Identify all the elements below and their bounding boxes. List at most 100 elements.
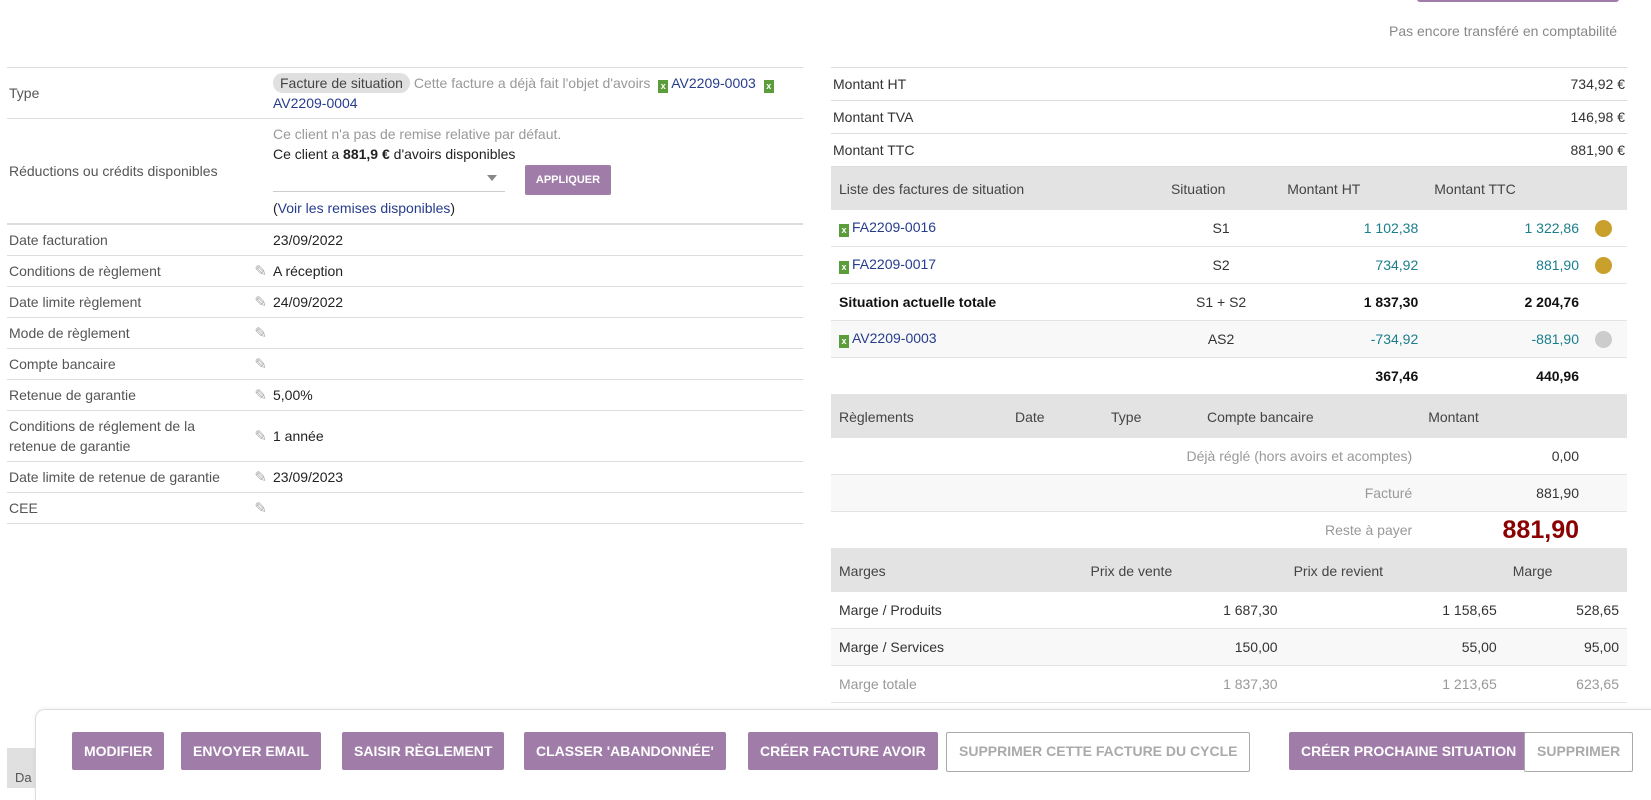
pencil-icon[interactable]: ✎ [243, 499, 271, 517]
credit-note-link-2[interactable]: AV2209-0004 [273, 95, 358, 111]
situation-total-row: Situation actuelle totale S1 + S2 1 837,… [831, 283, 1627, 321]
field-label: Conditions de réglement de la retenue de… [9, 418, 196, 454]
accounting-status: Pas encore transféré en comptabilité [1388, 23, 1617, 39]
status-dot [1595, 256, 1612, 274]
field-value: 1 année [273, 428, 324, 444]
field-row: Date limite règlement ✎ 24/09/2022 [7, 287, 803, 318]
field-row: Retenue de garantie ✎ 5,00% [7, 380, 803, 411]
type-badge: Facture de situation [273, 73, 410, 93]
field-value: 24/09/2022 [273, 294, 344, 310]
field-label: Conditions de règlement [9, 263, 161, 279]
available-credit-amount: 881,9 € [343, 146, 390, 162]
situation-remaining-row: 367,46 440,96 [831, 357, 1627, 395]
field-label: Réductions ou crédits disponibles [9, 163, 218, 179]
section-header-peek: Da [7, 748, 37, 788]
margin-total-row: Marge totale 1 837,30 1 213,65 623,65 [831, 665, 1627, 703]
spreadsheet-file-icon: x [763, 80, 774, 93]
pencil-icon[interactable]: ✎ [243, 293, 271, 311]
table-row: x FA2209-0017 S2 734,92 881,90 [831, 246, 1627, 284]
amount-value: 881,90 € [1570, 142, 1626, 158]
status-dot [1595, 330, 1612, 348]
field-label: CEE [9, 500, 38, 516]
delete-button[interactable]: SUPPRIMER [1524, 732, 1634, 772]
field-label: Type [9, 85, 40, 101]
create-next-situation-button[interactable]: CRÉER PROCHAINE SITUATION [1289, 732, 1529, 770]
credit-note-notice: Cette facture a déjà fait l'objet d'avoi… [413, 75, 651, 91]
classify-abandoned-button[interactable]: CLASSER 'ABANDONNÉE' [524, 732, 726, 770]
field-label: Retenue de garantie [9, 387, 136, 403]
credit-note-link-1[interactable]: AV2209-0003 [671, 75, 756, 91]
remove-from-cycle-button[interactable]: SUPPRIMER CETTE FACTURE DU CYCLE [946, 732, 1251, 772]
apply-button[interactable]: APPLIQUER [524, 165, 612, 195]
field-label: Date limite règlement [9, 294, 142, 310]
situation-link[interactable]: FA2209-0017 [852, 256, 936, 272]
field-value: 23/09/2022 [273, 232, 344, 248]
field-value: 5,00% [273, 387, 313, 403]
enter-payment-button[interactable]: SAISIR RÈGLEMENT [342, 732, 505, 770]
see-discounts-link[interactable]: Voir les remises disponibles [278, 200, 451, 216]
spreadsheet-file-icon: x [839, 335, 849, 348]
field-row: Conditions de réglement de la retenue de… [7, 411, 803, 462]
field-value [271, 359, 803, 369]
margins-table: Marges Prix de vente Prix de revient Mar… [831, 549, 1627, 703]
field-value: 23/09/2023 [273, 469, 344, 485]
top-action-button[interactable] [1417, 0, 1619, 2]
amount-label: Montant TTC [833, 142, 915, 158]
amount-row: Montant TTC 881,90 € [831, 133, 1627, 166]
invoice-fields: Type Facture de situation Cette facture … [7, 67, 803, 524]
payments-table: Règlements Date Type Compte bancaire Mon… [831, 395, 1627, 549]
field-row: CEE ✎ [7, 493, 803, 524]
amount-value: 146,98 € [1570, 109, 1626, 125]
status-dot [1595, 219, 1612, 237]
field-label: Date facturation [9, 232, 108, 248]
modify-button[interactable]: MODIFIER [72, 732, 165, 770]
field-label: Compte bancaire [9, 356, 116, 372]
spreadsheet-file-icon: x [839, 224, 849, 237]
spreadsheet-file-icon: x [839, 261, 849, 274]
situations-table: Liste des factures de situation Situatio… [831, 166, 1627, 395]
pencil-icon[interactable]: ✎ [243, 427, 271, 445]
pencil-icon[interactable]: ✎ [243, 386, 271, 404]
field-type: Type Facture de situation Cette facture … [7, 67, 803, 119]
field-label: Mode de règlement [9, 325, 130, 341]
pencil-icon[interactable]: ✎ [243, 468, 271, 486]
table-row: Marge / Produits 1 687,30 1 158,65 528,6… [831, 592, 1627, 629]
field-row: Date limite de retenue de garantie ✎ 23/09… [7, 462, 803, 493]
pencil-icon[interactable]: ✎ [243, 355, 271, 373]
amount-row: Montant HT 734,92 € [831, 67, 1627, 100]
situation-link[interactable]: FA2209-0016 [852, 219, 936, 235]
remaining-to-pay: 881,90 [1420, 511, 1587, 549]
amount-value: 734,92 € [1570, 76, 1626, 92]
spreadsheet-file-icon: x [658, 80, 669, 93]
pencil-icon[interactable]: ✎ [243, 262, 271, 280]
amount-label: Montant HT [833, 76, 907, 92]
credit-select[interactable] [273, 169, 505, 192]
credit-link[interactable]: AV2209-0003 [852, 330, 937, 346]
field-value [271, 328, 803, 338]
chevron-down-icon [487, 174, 497, 181]
field-discounts: Réductions ou crédits disponibles Ce cli… [7, 119, 803, 224]
totals-panel: Montant HT 734,92 € Montant TVA 146,98 € Mon… [831, 67, 1627, 703]
table-row: x AV2209-0003 AS2 -734,92 -881,90 [831, 320, 1627, 358]
col-header: Situation [1162, 166, 1280, 210]
col-header: Montant TTC [1426, 166, 1587, 210]
available-credits: Ce client a 881,9 € d'avoirs disponibles [273, 146, 516, 162]
field-row: Date facturation 23/09/2022 [7, 224, 803, 256]
table-row: Marge / Services 150,00 55,00 95,00 [831, 628, 1627, 666]
amount-label: Montant TVA [833, 109, 914, 125]
field-row: Conditions de règlement ✎ A réception [7, 256, 803, 287]
table-row: x FA2209-0016 S1 1 102,38 1 322,86 [831, 210, 1627, 247]
pencil-icon[interactable]: ✎ [243, 324, 271, 342]
field-value [271, 503, 803, 513]
col-header: Montant HT [1279, 166, 1427, 210]
send-email-button[interactable]: ENVOYER EMAIL [181, 732, 321, 770]
amount-row: Montant TVA 146,98 € [831, 100, 1627, 133]
col-header: Liste des factures de situation [831, 166, 1163, 210]
field-row: Compte bancaire ✎ [7, 349, 803, 380]
field-value: A réception [273, 263, 344, 279]
action-bar: MODIFIER ENVOYER EMAIL SAISIR RÈGLEMENT … [35, 709, 1651, 800]
field-row: Mode de règlement ✎ [7, 318, 803, 349]
field-label: Date limite de retenue de garantie [9, 469, 220, 485]
no-discount-note: Ce client n'a pas de remise relative par… [273, 126, 562, 142]
create-credit-note-button[interactable]: CRÉER FACTURE AVOIR [748, 732, 938, 770]
